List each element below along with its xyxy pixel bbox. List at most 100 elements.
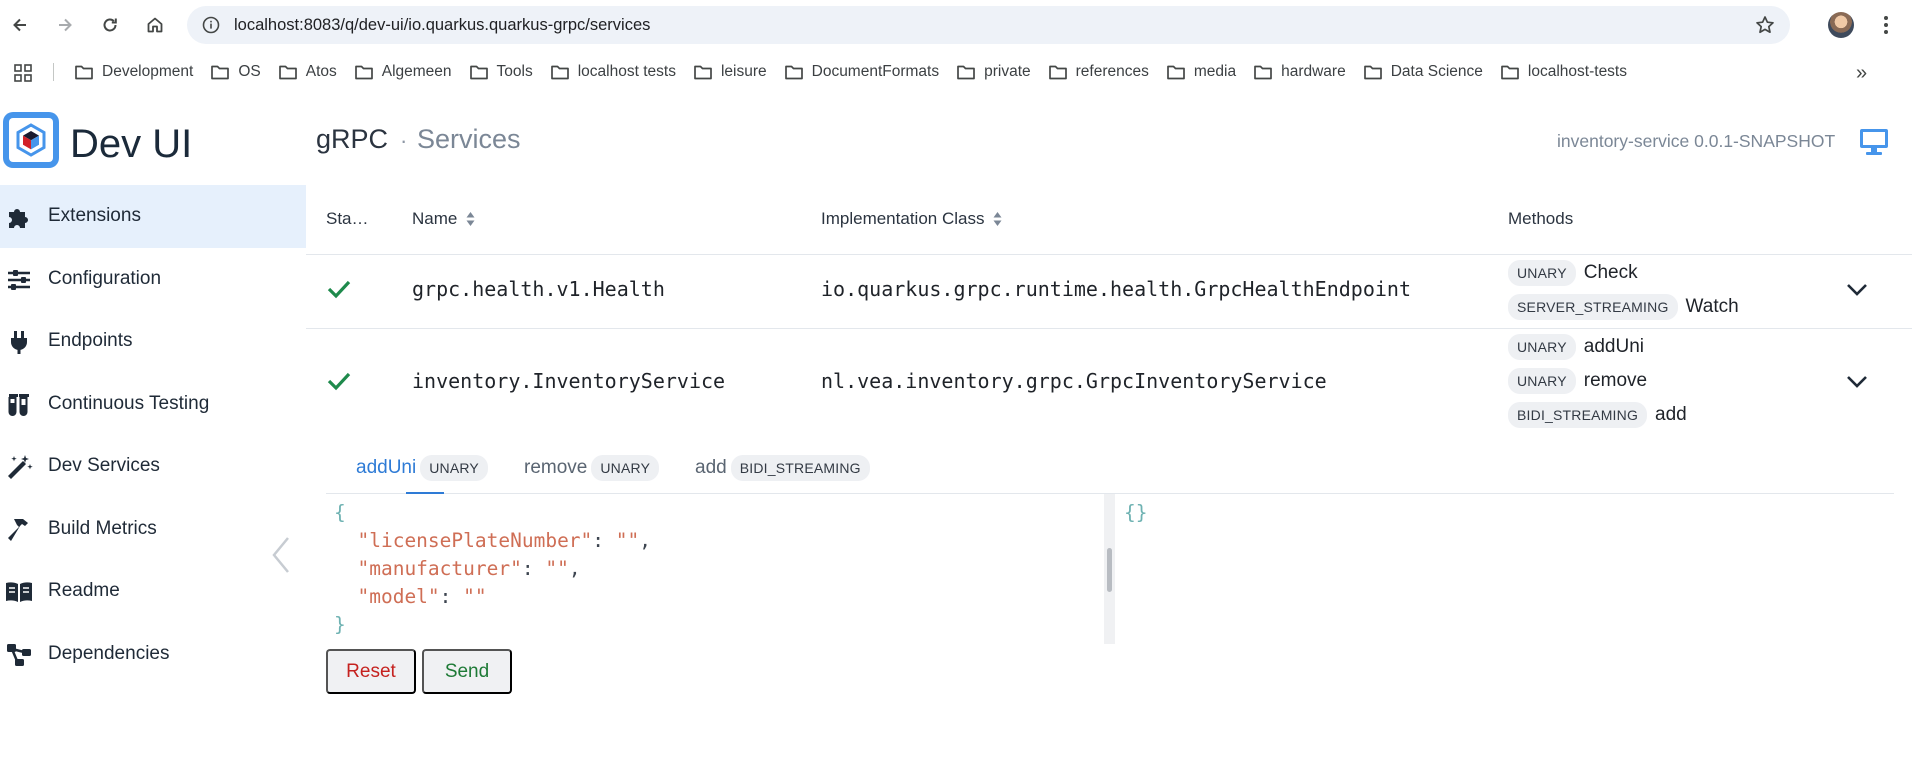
back-button[interactable] [4,9,36,41]
bookmark-folder[interactable]: localhost tests [550,58,682,86]
folder-icon [75,65,93,80]
folder-icon [469,65,488,80]
column-label: Methods [1508,209,1574,228]
json-key: "manufacturer" [357,557,522,580]
sidebar-item-label: Endpoints [48,330,133,352]
bookmarks-separator [53,63,54,81]
tab-label: addUni [356,457,417,478]
bookmark-folder[interactable]: media [1166,58,1242,86]
bookmark-folder[interactable]: DocumentFormats [784,58,945,86]
app-version-label: inventory-service 0.0.1-SNAPSHOT [1557,131,1836,151]
tab-remove[interactable]: remove UNARY [524,454,660,482]
service-name: inventory.InventoryService [412,369,726,393]
sidebar-item-label: Readme [48,580,120,602]
folder-icon [1363,65,1382,80]
folder-icon [354,65,373,80]
quarkus-logo[interactable] [3,112,59,168]
reset-button[interactable]: Reset [326,649,416,694]
response-editor: {} [1116,494,1894,644]
bookmark-label: Tools [496,63,533,80]
code-line: { [334,499,346,527]
bookmark-star-icon[interactable] [1754,14,1776,36]
profile-avatar[interactable] [1828,12,1854,38]
sidebar-item-endpoints[interactable]: Endpoints [0,310,306,373]
folder-icon [550,65,569,80]
method-type-badge: UNARY [420,455,488,481]
json-key: "licensePlateNumber" [357,529,593,552]
sidebar-item-extensions[interactable]: Extensions [0,185,306,248]
bookmark-folder[interactable]: private [956,58,1037,86]
column-header-implementation[interactable]: Implementation Class [821,209,1002,229]
tab-label: remove [524,457,588,478]
json-brace: { [334,501,346,524]
editor-scrollbar-thumb[interactable] [1107,548,1112,592]
json-colon: : [521,557,546,580]
sidebar-item-configuration[interactable]: Configuration [0,248,306,311]
sidebar-menu: Extensions Configuration Endpoints Conti… [0,185,306,685]
chevron-down-icon[interactable] [1845,374,1869,390]
code-line: {} [1124,499,1147,527]
sort-icon[interactable] [993,211,1002,227]
reload-icon [103,18,117,32]
apps-grid-icon[interactable] [13,63,33,83]
send-button[interactable]: Send [422,649,512,694]
column-header-name[interactable]: Name [412,209,475,229]
folder-icon [211,65,230,80]
sidebar-item-label: Build Metrics [48,517,157,539]
tab-add[interactable]: add BIDI_STREAMING [695,454,870,482]
bookmark-folder[interactable]: Atos [278,58,343,86]
json-value: "" [615,529,640,552]
bookmark-folder[interactable]: Algemeen [354,58,458,86]
folder-icon [1167,65,1185,80]
sidebar-item-dev-services[interactable]: Dev Services [0,435,306,498]
folder-icon [1254,65,1272,80]
bookmark-folder[interactable]: Development [74,58,199,86]
address-bar[interactable]: localhost:8083/q/dev-ui/io.quarkus.quark… [187,6,1790,44]
request-editor[interactable]: { "licensePlateNumber": "", "manufacture… [326,494,1106,644]
chevron-down-icon[interactable] [1845,282,1869,298]
bookmark-folder[interactable]: localhost-tests [1500,58,1633,86]
sidebar-item-readme[interactable]: Readme [0,560,306,623]
implementation-class: nl.vea.inventory.grpc.GrpcInventoryServi… [821,369,1327,393]
bookmark-folder[interactable]: Tools [469,58,539,86]
home-button[interactable] [139,9,171,41]
reload-button[interactable] [94,9,126,41]
method-type-badge: UNARY [1508,260,1576,286]
json-brace: } [334,613,346,636]
bookmark-label: references [1075,63,1149,80]
forward-button[interactable] [49,9,81,41]
sliders-icon [4,265,34,295]
book-icon [4,577,34,607]
json-value: "" [545,557,569,580]
bookmark-folder[interactable]: Data Science [1363,58,1489,86]
collapse-sidebar-button[interactable] [270,535,292,575]
tab-label: add [695,457,727,478]
bookmark-folder[interactable]: hardware [1253,58,1352,86]
code-line: "licensePlateNumber": "", [334,527,651,555]
app-brand-title: Dev UI [70,122,193,166]
bookmark-folder[interactable]: OS [210,58,266,86]
json-colon: : [592,529,616,552]
json-value: "" [463,585,487,608]
bookmark-folder[interactable]: references [1048,58,1155,86]
tab-addUni[interactable]: addUni UNARY [356,454,488,482]
bookmark-folder[interactable]: leisure [693,58,773,86]
method-name: add [1655,404,1687,425]
bookmarks-list: Development OS Atos Algemeen Tools localhost … [74,56,1644,88]
more-bookmarks-button[interactable]: » [1856,62,1867,85]
bookmark-label: localhost-tests [1527,63,1627,80]
sidebar-item-dependencies[interactable]: Dependencies [0,623,306,686]
theme-toggle-button[interactable] [1858,127,1890,157]
sidebar-item-label: Configuration [48,267,162,289]
sidebar-item-build-metrics[interactable]: Build Metrics [0,498,306,561]
browser-menu-button[interactable] [1874,10,1898,40]
folder-icon [1048,65,1067,80]
column-header-status[interactable]: Sta… [326,209,369,229]
sidebar-item-continuous-testing[interactable]: Continuous Testing [0,373,306,436]
url-text[interactable]: localhost:8083/q/dev-ui/io.quarkus.quark… [234,16,650,35]
json-colon: : [439,585,464,608]
puzzle-icon [4,202,34,232]
code-line: "model": "" [334,583,487,611]
site-info-icon[interactable] [201,15,221,35]
sort-icon[interactable] [466,211,475,227]
